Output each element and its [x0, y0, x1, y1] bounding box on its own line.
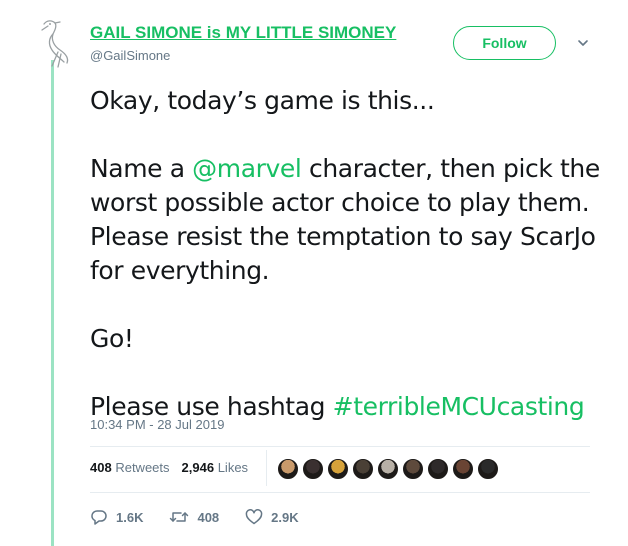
thread-line [51, 60, 54, 546]
retweets-stat[interactable]: 408 Retweets [90, 460, 170, 475]
like-count: 2.9K [271, 509, 299, 525]
liker-avatar[interactable] [401, 457, 425, 481]
hashtag-link[interactable]: #terribleMCUcasting [333, 392, 585, 421]
tweet-paragraph: Name a @marvel character, then pick the … [90, 152, 610, 288]
liker-avatar[interactable] [451, 457, 475, 481]
liker-avatar[interactable] [476, 457, 500, 481]
liker-avatar[interactable] [301, 457, 325, 481]
avatar[interactable] [36, 14, 82, 68]
liker-avatar[interactable] [376, 457, 400, 481]
mention-link[interactable]: @marvel [192, 154, 302, 183]
reply-button[interactable]: 1.6K [90, 508, 143, 526]
like-button[interactable]: 2.9K [245, 508, 299, 526]
follow-button[interactable]: Follow [453, 26, 556, 60]
action-bar: 1.6K 408 2.9K [90, 508, 325, 526]
author-name[interactable]: GAIL SIMONE is MY LITTLE SIMONEY [90, 23, 396, 43]
author-handle[interactable]: @GailSimone [90, 48, 170, 63]
chevron-down-icon [578, 40, 588, 46]
reply-icon [91, 510, 107, 525]
tweet-text-segment: Name a [90, 154, 193, 183]
likes-count: 2,946 [181, 460, 215, 475]
bird-avatar-icon [41, 20, 69, 68]
retweet-button[interactable]: 408 [169, 508, 219, 526]
retweet-icon [170, 512, 189, 522]
retweet-count: 408 [197, 509, 220, 525]
liker-avatar[interactable] [351, 457, 375, 481]
stat-divider [266, 450, 267, 486]
tweet-line: Okay, today’s game is this... [90, 86, 435, 115]
tweet-text: Okay, today’s game is this... Name a @ma… [90, 84, 610, 424]
liker-avatar[interactable] [326, 457, 350, 481]
divider [90, 492, 590, 493]
retweets-label: Retweets [115, 460, 170, 475]
more-options-button[interactable] [576, 36, 590, 50]
tweet-line: Go! [90, 324, 134, 353]
likes-stat[interactable]: 2,946 Likes [182, 460, 249, 475]
liker-avatars [276, 457, 501, 481]
liker-avatar[interactable] [276, 457, 300, 481]
likes-label: Likes [217, 460, 249, 475]
tweet-stats: 408 Retweets 2,946 Likes [90, 460, 248, 475]
like-icon [245, 509, 263, 525]
liker-avatar[interactable] [426, 457, 450, 481]
reply-count: 1.6K [116, 509, 144, 525]
retweets-count: 408 [90, 460, 112, 475]
tweet-timestamp[interactable]: 10:34 PM - 28 Jul 2019 [90, 417, 224, 432]
divider [90, 446, 590, 447]
